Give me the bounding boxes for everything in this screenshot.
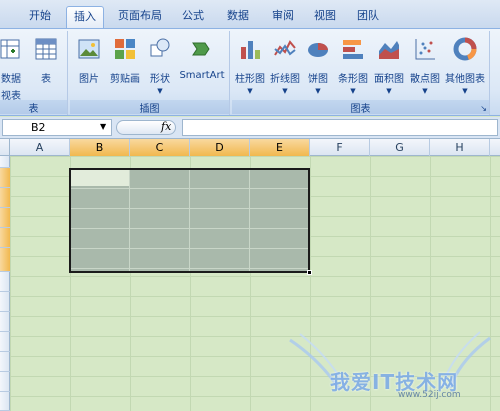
table-button[interactable]: 表 xyxy=(32,37,60,85)
line-chart-label: 折线图 xyxy=(270,74,300,85)
shapes-button[interactable]: 形状 ▼ xyxy=(146,37,174,95)
shapes-dropdown-icon: ▼ xyxy=(157,87,163,95)
name-box-dropdown-icon[interactable]: ▼ xyxy=(100,122,106,131)
tab-review[interactable]: 审阅 xyxy=(265,6,301,28)
scatter-chart-label: 散点图 xyxy=(410,74,440,85)
illustrations-group: 图片 剪贴画 形状 ▼ SmartArt 插图 xyxy=(70,31,230,115)
row-header[interactable] xyxy=(0,188,10,208)
row-header[interactable] xyxy=(0,392,10,411)
fill-handle[interactable] xyxy=(307,270,312,275)
dialog-launcher-icon[interactable]: ↘ xyxy=(480,104,487,113)
clipart-icon xyxy=(115,39,135,59)
selected-range[interactable] xyxy=(69,168,312,275)
pie-chart-button[interactable]: 饼图 ▼ xyxy=(304,37,332,95)
column-header-d[interactable]: D xyxy=(190,139,250,156)
bar-chart-dropdown-icon: ▼ xyxy=(350,87,356,95)
row-header[interactable] xyxy=(0,168,10,188)
row-headers xyxy=(0,156,10,411)
pie-chart-dropdown-icon: ▼ xyxy=(315,87,321,95)
scatter-chart-button[interactable]: 散点图 ▼ xyxy=(408,37,442,95)
pivot-table-icon xyxy=(0,39,20,59)
area-chart-dropdown-icon: ▼ xyxy=(386,87,392,95)
shapes-icon xyxy=(150,38,170,57)
name-box[interactable]: B2 xyxy=(2,119,112,136)
pivot-table-label: 数据 xyxy=(1,74,21,85)
row-header[interactable] xyxy=(0,208,10,228)
column-header-b[interactable]: B xyxy=(70,139,130,156)
column-chart-icon xyxy=(241,41,260,59)
insert-function-icon[interactable]: fx xyxy=(161,120,171,133)
smartart-label: SmartArt xyxy=(179,70,225,81)
pie-chart-icon xyxy=(308,43,328,57)
tab-home[interactable]: 开始 xyxy=(20,6,60,28)
row-header[interactable] xyxy=(0,248,10,272)
column-chart-label: 柱形图 xyxy=(235,74,265,85)
clipart-label: 剪贴画 xyxy=(110,74,140,85)
tab-insert[interactable]: 插入 xyxy=(66,6,104,28)
row-header[interactable] xyxy=(0,352,10,372)
column-header-h[interactable]: H xyxy=(430,139,490,156)
column-header-f[interactable]: F xyxy=(310,139,370,156)
clipart-button[interactable]: 剪贴画 xyxy=(108,37,142,85)
bar-chart-icon xyxy=(343,40,363,59)
formula-input[interactable] xyxy=(182,119,498,136)
active-cell[interactable] xyxy=(71,170,129,186)
area-chart-label: 面积图 xyxy=(374,74,404,85)
row-header[interactable] xyxy=(0,332,10,352)
other-charts-button[interactable]: 其他图表 ▼ xyxy=(444,37,486,95)
ribbon-tab-bar: 开始 插入 页面布局 公式 数据 审阅 视图 团队 xyxy=(0,0,500,28)
tables-group: 数据 视表 表 表 xyxy=(0,31,68,115)
row-header[interactable] xyxy=(0,372,10,392)
column-header-e[interactable]: E xyxy=(250,139,310,156)
picture-button[interactable]: 图片 xyxy=(76,37,102,85)
column-chart-dropdown-icon: ▼ xyxy=(247,87,253,95)
tab-view[interactable]: 视图 xyxy=(307,6,343,28)
other-charts-dropdown-icon: ▼ xyxy=(462,87,468,95)
smartart-icon xyxy=(192,42,210,56)
line-chart-button[interactable]: 折线图 ▼ xyxy=(268,37,302,95)
pivot-table-button[interactable]: 数据 视表 xyxy=(0,37,26,102)
table-icon xyxy=(35,38,57,60)
column-header-g[interactable]: G xyxy=(370,139,430,156)
row-header[interactable] xyxy=(0,292,10,312)
row-header[interactable] xyxy=(0,228,10,248)
tab-data[interactable]: 数据 xyxy=(220,6,256,28)
bar-chart-button[interactable]: 条形图 ▼ xyxy=(336,37,370,95)
picture-icon xyxy=(78,39,100,59)
area-chart-button[interactable]: 面积图 ▼ xyxy=(372,37,406,95)
column-chart-button[interactable]: 柱形图 ▼ xyxy=(234,37,266,95)
watermark-url: www.52ij.com xyxy=(398,390,461,400)
column-header-c[interactable]: C xyxy=(130,139,190,156)
row-header[interactable] xyxy=(0,272,10,292)
column-headers: A B C D E F G H xyxy=(0,139,500,156)
bar-chart-label: 条形图 xyxy=(338,74,368,85)
charts-group-label: 图表 xyxy=(232,100,489,115)
scatter-chart-dropdown-icon: ▼ xyxy=(422,87,428,95)
table-label: 表 xyxy=(41,74,51,85)
charts-group: 柱形图 ▼ 折线图 ▼ 饼图 ▼ 条形图 ▼ 面积图 ▼ 散点图 ▼ 其他图表 … xyxy=(232,31,490,115)
shapes-label: 形状 xyxy=(150,74,170,85)
picture-label: 图片 xyxy=(79,74,99,85)
tables-group-label: 表 xyxy=(0,100,67,115)
watermark: 我爱IT技术网 www.52ij.com xyxy=(280,330,500,411)
tab-team[interactable]: 团队 xyxy=(350,6,386,28)
select-all-corner[interactable] xyxy=(0,139,10,156)
line-chart-icon xyxy=(274,40,296,56)
formula-bar: B2 ▼ fx xyxy=(0,117,500,139)
tab-formulas[interactable]: 公式 xyxy=(175,6,211,28)
doughnut-chart-icon xyxy=(453,37,477,61)
scatter-chart-icon xyxy=(415,39,435,60)
column-header-a[interactable]: A xyxy=(10,139,70,156)
line-chart-dropdown-icon: ▼ xyxy=(282,87,288,95)
tab-page-layout[interactable]: 页面布局 xyxy=(112,6,168,28)
row-header[interactable] xyxy=(0,312,10,332)
area-chart-icon xyxy=(379,41,399,59)
other-charts-label: 其他图表 xyxy=(445,74,485,85)
row-header[interactable] xyxy=(0,156,10,168)
smartart-button[interactable]: SmartArt xyxy=(178,37,226,81)
ribbon: 数据 视表 表 表 图片 剪贴画 形状 ▼ SmartArt 插图 柱形图 ▼ … xyxy=(0,28,500,116)
pie-chart-label: 饼图 xyxy=(308,74,328,85)
illustrations-group-label: 插图 xyxy=(70,100,229,115)
